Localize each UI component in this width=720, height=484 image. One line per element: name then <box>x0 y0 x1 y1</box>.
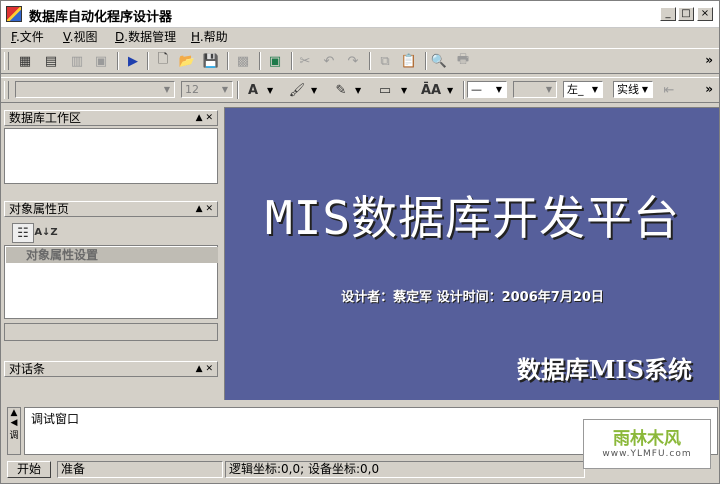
chevron-down-icon: ▼ <box>221 85 229 94</box>
chevron-down-icon[interactable]: ▼ <box>401 86 407 95</box>
splash-headline: MIS数据库开发平台 <box>264 191 681 245</box>
chevron-down-icon[interactable]: ▼ <box>267 86 273 95</box>
toolbar-overflow-chevron[interactable]: » <box>705 82 713 96</box>
new-file-icon[interactable]: 🗋 <box>153 52 173 70</box>
form-icon[interactable]: ▣ <box>91 52 111 70</box>
design-icon[interactable]: ▩ <box>233 52 253 70</box>
status-ready: 准备 <box>57 461 223 478</box>
toolbar-grip[interactable] <box>4 52 9 70</box>
window-title: 数据库自动化程序设计器 <box>29 10 173 25</box>
save-icon[interactable]: 💾 <box>201 52 221 70</box>
line-color-icon[interactable]: ✎ <box>331 81 351 99</box>
pane-collapse-close-icon[interactable]: ▲ ✕ <box>196 111 213 125</box>
chevron-down-icon: ▼ <box>545 85 553 94</box>
minimize-button[interactable]: _ <box>660 7 676 21</box>
menu-help[interactable]: H.帮助 <box>191 28 228 45</box>
open-database-icon[interactable]: ▤ <box>41 52 61 70</box>
print-preview-icon[interactable]: 🔍 <box>429 52 449 70</box>
workspace-tree[interactable] <box>4 128 218 184</box>
format-toolbar: ▼ 12 ▼ A ▼ 🖌 ▼ ✎ ▼ ▭ ▼ ĀA ▼ — ▼ ▼ 左_ ▼ 实线 ▼ … <box>1 77 719 103</box>
cut-icon[interactable]: ✂ <box>295 52 315 70</box>
left-dock: 数据库工作区 ▲ ✕ 对象属性页 ▲ ✕ ☷ A↓Z 对象属性设置 对话条 ▲ … <box>4 107 220 407</box>
chevron-down-icon: ▼ <box>641 85 649 94</box>
table-icon[interactable]: ▥ <box>67 52 87 70</box>
property-description <box>4 323 218 341</box>
font-size-combo[interactable]: 12 ▼ <box>181 81 233 98</box>
preview-icon[interactable]: ▣ <box>265 52 285 70</box>
fill-color-icon[interactable]: 🖌 <box>287 81 307 99</box>
close-button[interactable]: × <box>697 7 713 21</box>
chevron-down-icon[interactable]: ▼ <box>355 86 361 95</box>
splash-credits: 设计者：蔡定军 设计时间：2006年7月20日 <box>341 290 604 305</box>
toolbar-grip[interactable] <box>4 81 9 99</box>
splash-canvas: MIS数据库开发平台 设计者：蔡定军 设计时间：2006年7月20日 数据库MI… <box>224 107 719 400</box>
chevron-down-icon: ▼ <box>495 85 503 94</box>
app-window: 数据库自动化程序设计器 _ □ × F.文件 V.视图 D.数据管理 H.帮助 … <box>0 0 720 484</box>
open-folder-icon[interactable]: 📂 <box>177 52 197 70</box>
property-section: 对象属性设置 <box>6 247 218 263</box>
text-effect-icon[interactable]: ĀA <box>421 81 441 99</box>
font-color-icon[interactable]: A <box>243 81 263 99</box>
toolbar-overflow-chevron[interactable]: » <box>705 53 713 67</box>
align-combo[interactable]: 左_ ▼ <box>563 81 603 98</box>
chevron-down-icon[interactable]: ▼ <box>311 86 317 95</box>
line-style-combo[interactable]: 实线 ▼ <box>613 81 653 98</box>
chevron-down-icon: ▼ <box>163 85 171 94</box>
categorized-icon[interactable]: ☷ <box>12 223 34 243</box>
splash-brand: 数据库MIS系统 <box>516 355 692 384</box>
pattern-combo[interactable]: ▼ <box>513 81 557 98</box>
app-icon <box>6 6 22 22</box>
console-tab[interactable]: ▲ ◀ 调 <box>7 407 21 455</box>
redo-icon[interactable]: ↷ <box>343 52 363 70</box>
pane-collapse-close-icon[interactable]: ▲ ✕ <box>196 362 213 376</box>
copy-icon[interactable]: ⧉ <box>375 52 395 70</box>
undo-icon[interactable]: ↶ <box>319 52 339 70</box>
pane-collapse-close-icon[interactable]: ▲ ✕ <box>196 202 213 216</box>
line-width-combo[interactable]: — ▼ <box>467 81 507 98</box>
border-icon[interactable]: ▭ <box>375 81 395 99</box>
menu-file[interactable]: F.文件 <box>11 28 44 45</box>
maximize-button[interactable]: □ <box>678 7 694 21</box>
chevron-down-icon: ▼ <box>591 85 599 94</box>
run-icon[interactable]: ▶ <box>123 52 143 70</box>
property-grid[interactable]: 对象属性设置 <box>4 245 218 319</box>
menu-data-management[interactable]: D.数据管理 <box>115 28 176 45</box>
dialog-pane-header[interactable]: 对话条 ▲ ✕ <box>4 361 218 377</box>
menu-bar: F.文件 V.视图 D.数据管理 H.帮助 <box>1 27 719 45</box>
workspace-pane-header[interactable]: 数据库工作区 ▲ ✕ <box>4 110 218 126</box>
menu-view[interactable]: V.视图 <box>63 28 98 45</box>
sort-az-icon[interactable]: A↓Z <box>34 223 57 241</box>
standard-toolbar: ▦ ▤ ▥ ▣ ▶ 🗋 📂 💾 ▩ ▣ ✂ ↶ ↷ ⧉ 📋 🔍 🖶 » <box>1 48 719 74</box>
title-bar: 数据库自动化程序设计器 _ □ × <box>1 1 719 28</box>
properties-pane-header[interactable]: 对象属性页 ▲ ✕ <box>4 201 218 217</box>
new-database-icon[interactable]: ▦ <box>15 52 35 70</box>
font-name-combo[interactable]: ▼ <box>15 81 175 98</box>
start-button[interactable]: 开始 <box>7 461 51 478</box>
watermark-logo: 雨林木风 www.YLMFU.com <box>583 419 711 469</box>
arrange-icon[interactable]: ⇤ <box>659 81 679 99</box>
chevron-down-icon[interactable]: ▼ <box>447 86 453 95</box>
status-coordinates: 逻辑坐标:0,0; 设备坐标:0,0 <box>225 461 585 478</box>
paste-icon[interactable]: 📋 <box>399 52 419 70</box>
print-icon[interactable]: 🖶 <box>453 52 473 70</box>
